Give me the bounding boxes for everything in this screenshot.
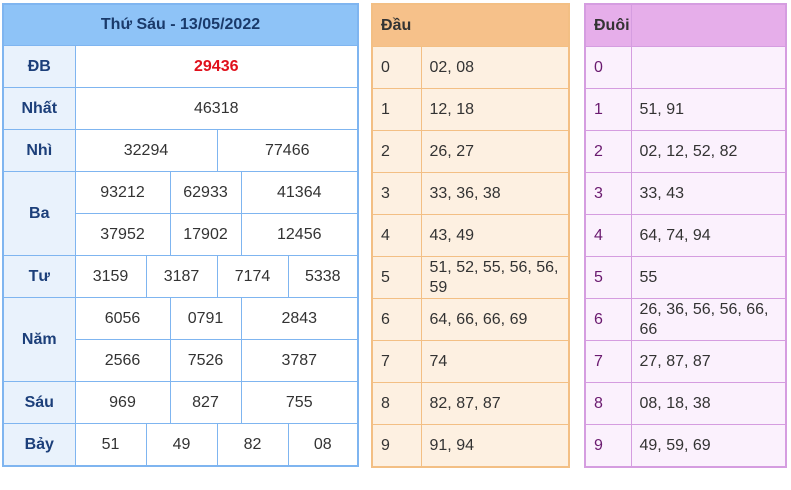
dau-key: 4: [371, 214, 422, 257]
duoi-key: 9: [584, 424, 632, 468]
dau-value: 74: [420, 340, 570, 383]
results-table: Thứ Sáu - 13/05/2022 ĐB 29436 Nhất 46318…: [2, 3, 359, 467]
dau-value: 33, 36, 38: [420, 172, 570, 215]
prize-value: 41364: [240, 171, 359, 214]
prize-value: 08: [287, 423, 359, 467]
duoi-value: 27, 87, 87: [630, 340, 787, 383]
prize-value: 82: [216, 423, 289, 467]
prize-label-bay: Bảy: [2, 423, 76, 467]
prize-label-sau: Sáu: [2, 381, 76, 424]
duoi-key: 5: [584, 256, 632, 299]
prize-value: 969: [74, 381, 171, 424]
duoi-value: 64, 74, 94: [630, 214, 787, 257]
duoi-value: 51, 91: [630, 88, 787, 131]
prize-value: 37952: [74, 213, 171, 256]
prize-value: 3187: [145, 255, 218, 298]
duoi-key: 6: [584, 298, 632, 341]
duoi-value: 33, 43: [630, 172, 787, 215]
prize-value: 2566: [74, 339, 171, 382]
duoi-value: 55: [630, 256, 787, 299]
prize-value: 17902: [169, 213, 242, 256]
duoi-key: 7: [584, 340, 632, 383]
prize-value: 0791: [169, 297, 242, 340]
prize-label-nhat: Nhất: [2, 87, 76, 130]
prize-value: 77466: [216, 129, 359, 172]
duoi-value: 02, 12, 52, 82: [630, 130, 787, 173]
duoi-key: 3: [584, 172, 632, 215]
duoi-title-spacer: [630, 3, 787, 47]
duoi-value: 26, 36, 56, 56, 66, 66: [630, 298, 787, 341]
prize-value: 29436: [74, 45, 359, 88]
prize-value: 12456: [240, 213, 359, 256]
dau-key: 7: [371, 340, 422, 383]
dau-table: Đầu 0 02, 08 1 12, 18 2 26, 27 3 33, 36, 38 …: [371, 3, 570, 468]
prize-value: 755: [240, 381, 359, 424]
prize-value: 46318: [74, 87, 359, 130]
prize-value: 3159: [74, 255, 147, 298]
prize-label-nhi: Nhì: [2, 129, 76, 172]
dau-value: 12, 18: [420, 88, 570, 131]
prize-value: 827: [169, 381, 242, 424]
dau-key: 2: [371, 130, 422, 173]
dau-value: 02, 08: [420, 46, 570, 89]
dau-key: 8: [371, 382, 422, 425]
dau-value: 91, 94: [420, 424, 570, 468]
prize-value: 51: [74, 423, 147, 467]
prize-value: 7174: [216, 255, 289, 298]
dau-key: 9: [371, 424, 422, 468]
prize-value: 7526: [169, 339, 242, 382]
dau-value: 82, 87, 87: [420, 382, 570, 425]
dau-key: 0: [371, 46, 422, 89]
duoi-value: 49, 59, 69: [630, 424, 787, 468]
prize-label-nam: Năm: [2, 297, 76, 382]
dau-key: 6: [371, 298, 422, 341]
prize-value: 2843: [240, 297, 359, 340]
prize-label-tu: Tư: [2, 255, 76, 298]
dau-value: 43, 49: [420, 214, 570, 257]
dau-key: 5: [371, 256, 422, 299]
duoi-value: [630, 46, 787, 89]
duoi-value: 08, 18, 38: [630, 382, 787, 425]
dau-value: 26, 27: [420, 130, 570, 173]
prize-value: 5338: [287, 255, 359, 298]
prize-value: 6056: [74, 297, 171, 340]
duoi-key: 8: [584, 382, 632, 425]
prize-label-db: ĐB: [2, 45, 76, 88]
prize-value: 49: [145, 423, 218, 467]
prize-value: 3787: [240, 339, 359, 382]
prize-label-ba: Ba: [2, 171, 76, 256]
prize-value: 93212: [74, 171, 171, 214]
dau-key: 3: [371, 172, 422, 215]
results-title: Thứ Sáu - 13/05/2022: [2, 3, 359, 46]
dau-value: 51, 52, 55, 56, 56, 59: [420, 256, 570, 299]
prize-value: 32294: [74, 129, 218, 172]
dau-value: 64, 66, 66, 69: [420, 298, 570, 341]
duoi-key: 0: [584, 46, 632, 89]
duoi-key: 1: [584, 88, 632, 131]
prize-value: 62933: [169, 171, 242, 214]
dau-title: Đầu: [371, 3, 570, 47]
duoi-key: 2: [584, 130, 632, 173]
dau-key: 1: [371, 88, 422, 131]
duoi-title: Đuôi: [584, 3, 632, 47]
duoi-table: Đuôi 0 1 51, 91 2 02, 12, 52, 82 3 33, 43 4…: [584, 3, 787, 468]
duoi-key: 4: [584, 214, 632, 257]
